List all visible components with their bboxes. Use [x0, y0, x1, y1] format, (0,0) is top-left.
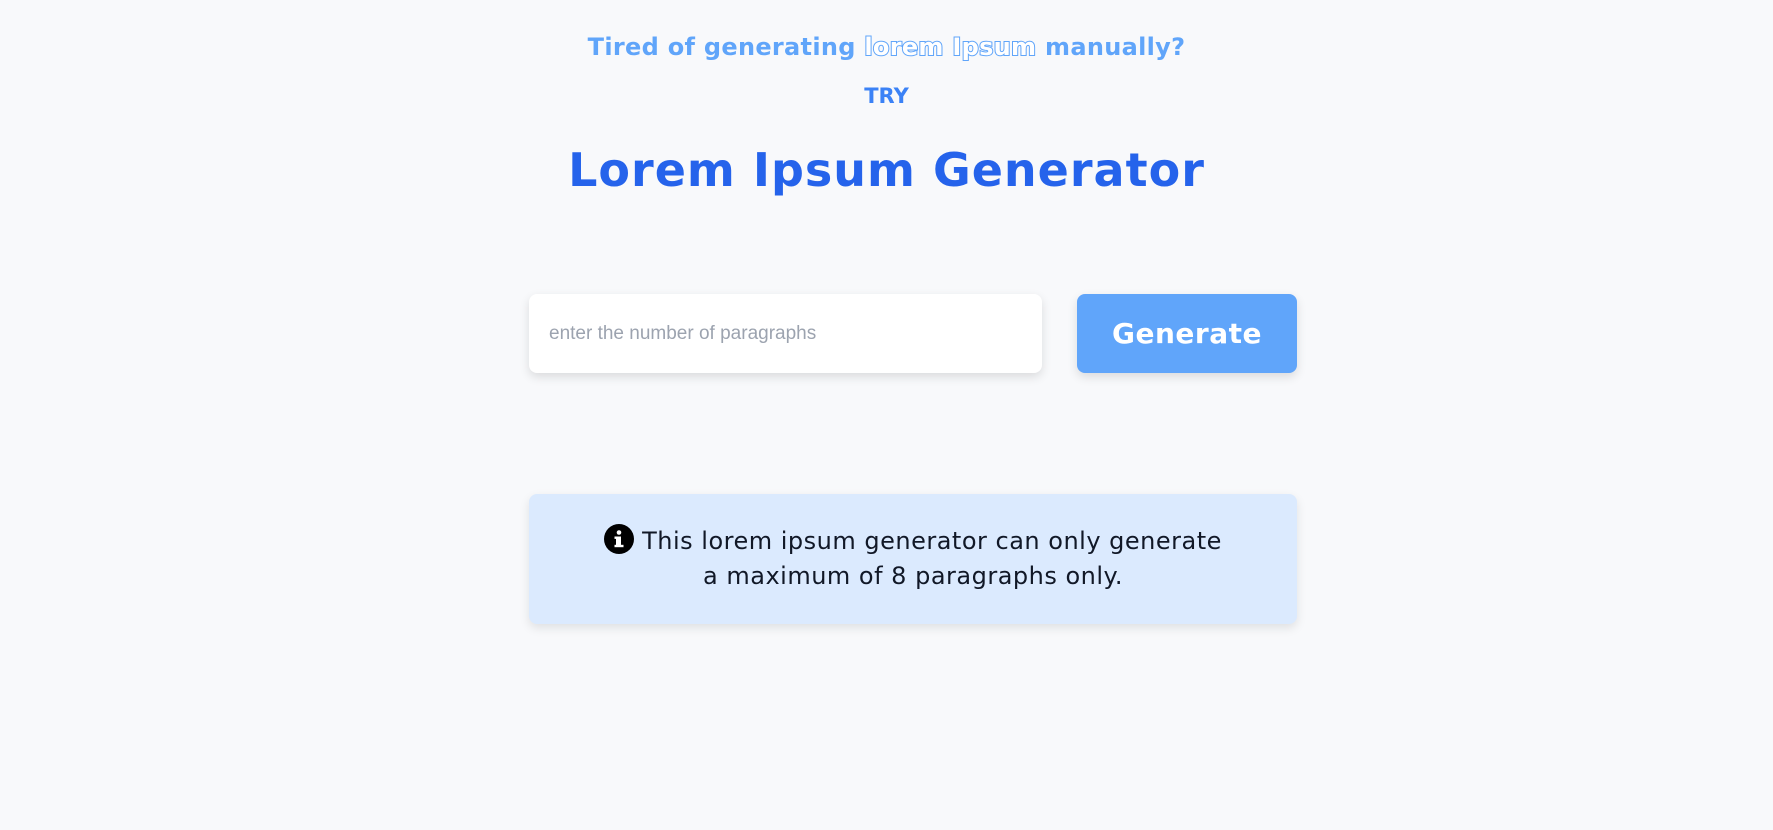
generate-button[interactable]: Generate: [1077, 294, 1297, 373]
page: Tired of generating lorem Ipsum manually…: [0, 0, 1773, 830]
tagline-suffix: manually?: [1036, 33, 1186, 61]
tagline: Tired of generating lorem Ipsum manually…: [0, 32, 1773, 62]
page-title: Lorem Ipsum Generator: [568, 143, 1205, 197]
tagline-prefix: Tired of generating: [587, 33, 865, 61]
generator-form: Generate: [529, 294, 1297, 374]
info-circle-icon: [604, 524, 635, 554]
info-content: This lorem ipsum generator can only gene…: [593, 524, 1233, 594]
try-label: TRY: [864, 84, 909, 108]
paragraph-count-input[interactable]: [529, 294, 1042, 373]
info-banner: This lorem ipsum generator can only gene…: [529, 494, 1297, 624]
tagline-highlight: lorem Ipsum: [863, 32, 1037, 62]
info-message: This lorem ipsum generator can only gene…: [642, 527, 1222, 590]
